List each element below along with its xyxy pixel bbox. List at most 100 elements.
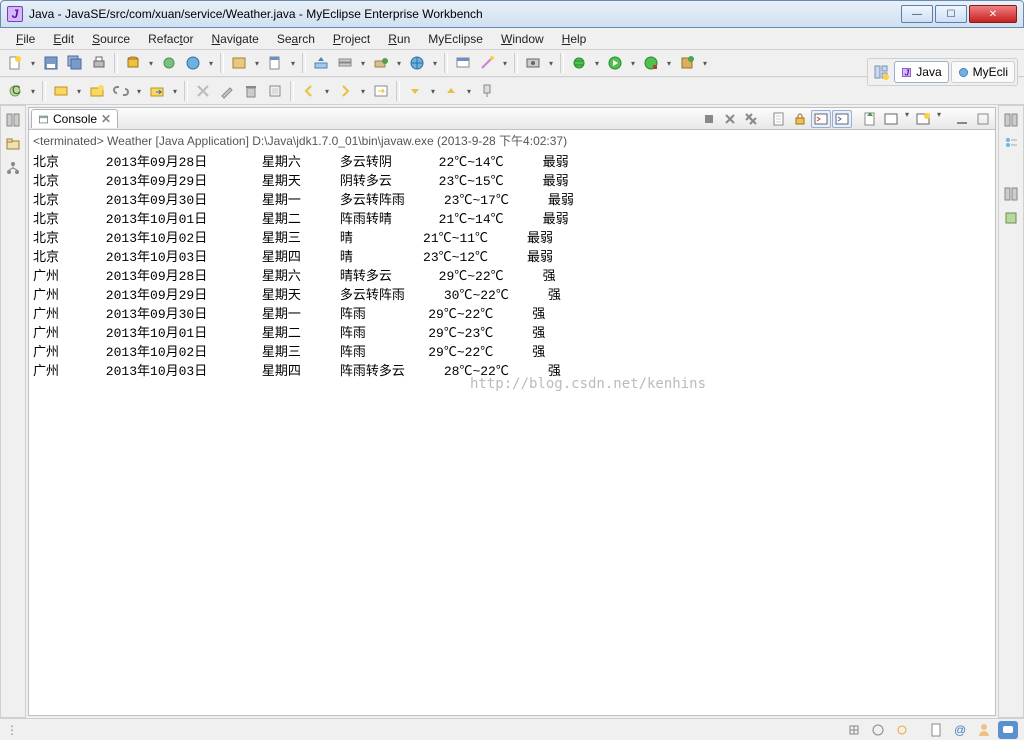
show-in-button[interactable] <box>370 80 392 102</box>
perspective-myeclipse[interactable]: MyEcli <box>951 61 1015 83</box>
restore-view-right2-icon[interactable] <box>1003 186 1019 202</box>
deploy-button[interactable] <box>310 52 332 74</box>
menu-file[interactable]: File <box>8 30 43 48</box>
minimize-view-button[interactable] <box>952 110 972 128</box>
restore-view-icon[interactable] <box>5 112 21 128</box>
debug-button[interactable] <box>568 52 590 74</box>
next-ann-button[interactable] <box>440 80 462 102</box>
dropdown-icon[interactable]: ▾ <box>28 59 38 68</box>
console-output[interactable]: 北京 2013年09月28日 星期六 多云转阴 22℃~14℃ 最弱 北京 20… <box>29 151 995 715</box>
dropdown-icon[interactable]: ▾ <box>394 59 404 68</box>
dropdown-icon[interactable]: ▾ <box>592 59 602 68</box>
dropdown-icon[interactable]: ▾ <box>146 59 156 68</box>
new-folder-button[interactable] <box>86 80 108 102</box>
new-button[interactable] <box>4 52 26 74</box>
dropdown-icon[interactable]: ▾ <box>464 87 474 96</box>
mark-button[interactable] <box>192 80 214 102</box>
dropdown-icon[interactable]: ▾ <box>358 87 368 96</box>
dropdown-icon[interactable]: ▾ <box>358 59 368 68</box>
menu-refactor[interactable]: Refactor <box>140 30 201 48</box>
menu-navigate[interactable]: Navigate <box>203 30 266 48</box>
save-all-button[interactable] <box>64 52 86 74</box>
dropdown-icon[interactable]: ▾ <box>206 59 216 68</box>
tray-person-icon[interactable] <box>974 721 994 739</box>
server-button[interactable] <box>334 52 356 74</box>
menu-source[interactable]: Source <box>84 30 138 48</box>
task-list-icon[interactable] <box>1003 210 1019 226</box>
open-console-button[interactable] <box>913 110 933 128</box>
maximize-button[interactable]: ☐ <box>935 5 967 23</box>
perspective-java[interactable]: J Java <box>894 61 948 83</box>
save-button[interactable] <box>40 52 62 74</box>
edit-button[interactable] <box>216 80 238 102</box>
menu-window[interactable]: Window <box>493 30 552 48</box>
css-button[interactable] <box>264 52 286 74</box>
forward-button[interactable] <box>334 80 356 102</box>
toggle-button[interactable] <box>264 80 286 102</box>
open-folder-button[interactable] <box>146 80 168 102</box>
run-button[interactable] <box>604 52 626 74</box>
dropdown-icon[interactable]: ▾ <box>28 87 38 96</box>
open-task-button[interactable] <box>50 80 72 102</box>
dropdown-icon[interactable]: ▾ <box>430 59 440 68</box>
dropdown-icon[interactable]: ▾ <box>500 59 510 68</box>
menu-project[interactable]: Project <box>325 30 378 48</box>
jsp-button[interactable] <box>228 52 250 74</box>
menu-myeclipse[interactable]: MyEclipse <box>420 30 491 48</box>
close-icon[interactable]: ✕ <box>101 112 111 126</box>
remove-launch-button[interactable] <box>720 110 740 128</box>
dropdown-icon[interactable]: ▾ <box>664 59 674 68</box>
tray-item2-icon[interactable] <box>868 721 888 739</box>
link-button[interactable] <box>110 80 132 102</box>
tray-item1-icon[interactable] <box>844 721 864 739</box>
menu-run[interactable]: Run <box>380 30 418 48</box>
menu-search[interactable]: Search <box>269 30 323 48</box>
close-button[interactable]: ✕ <box>969 5 1017 23</box>
screenshot-button[interactable] <box>522 52 544 74</box>
spring-tool-button[interactable] <box>158 52 180 74</box>
print-button[interactable] <box>88 52 110 74</box>
dropdown-icon[interactable]: ▾ <box>428 87 438 96</box>
dropdown-icon[interactable]: ▾ <box>628 59 638 68</box>
dropdown-icon[interactable]: ▾ <box>546 59 556 68</box>
show-console-error-button[interactable] <box>832 110 852 128</box>
terminate-button[interactable] <box>699 110 719 128</box>
clear-console-button[interactable] <box>769 110 789 128</box>
launch-button[interactable] <box>370 52 392 74</box>
dropdown-icon[interactable]: ▾ <box>934 110 944 128</box>
hierarchy-icon[interactable] <box>5 160 21 176</box>
remove-all-button[interactable] <box>741 110 761 128</box>
dropdown-icon[interactable]: ▾ <box>288 59 298 68</box>
menu-edit[interactable]: Edit <box>45 30 82 48</box>
tray-at-icon[interactable]: @ <box>950 721 970 739</box>
delete-button[interactable] <box>240 80 262 102</box>
tray-tip-icon[interactable] <box>998 721 1018 739</box>
open-type-button[interactable]: C <box>4 80 26 102</box>
pin-console-button[interactable] <box>860 110 880 128</box>
web-button[interactable] <box>452 52 474 74</box>
tray-sync-icon[interactable] <box>892 721 912 739</box>
db-tool-button[interactable] <box>122 52 144 74</box>
prev-ann-button[interactable] <box>404 80 426 102</box>
back-button[interactable] <box>298 80 320 102</box>
dropdown-icon[interactable]: ▾ <box>902 110 912 128</box>
dropdown-icon[interactable]: ▾ <box>322 87 332 96</box>
dropdown-icon[interactable]: ▾ <box>700 59 710 68</box>
show-console-output-button[interactable] <box>811 110 831 128</box>
maximize-view-button[interactable] <box>973 110 993 128</box>
open-perspective-button[interactable] <box>870 61 892 83</box>
browser-button[interactable] <box>406 52 428 74</box>
outline-icon[interactable] <box>1003 136 1019 152</box>
globe-tool-button[interactable] <box>182 52 204 74</box>
dropdown-icon[interactable]: ▾ <box>134 87 144 96</box>
minimize-button[interactable]: — <box>901 5 933 23</box>
scroll-lock-button[interactable] <box>790 110 810 128</box>
pin-button[interactable] <box>476 80 498 102</box>
tray-doc-icon[interactable] <box>926 721 946 739</box>
dropdown-icon[interactable]: ▾ <box>74 87 84 96</box>
dropdown-icon[interactable]: ▾ <box>170 87 180 96</box>
pkg-button[interactable] <box>676 52 698 74</box>
dropdown-icon[interactable]: ▾ <box>252 59 262 68</box>
restore-view-right-icon[interactable] <box>1003 112 1019 128</box>
console-tab[interactable]: Console ✕ <box>31 109 118 128</box>
